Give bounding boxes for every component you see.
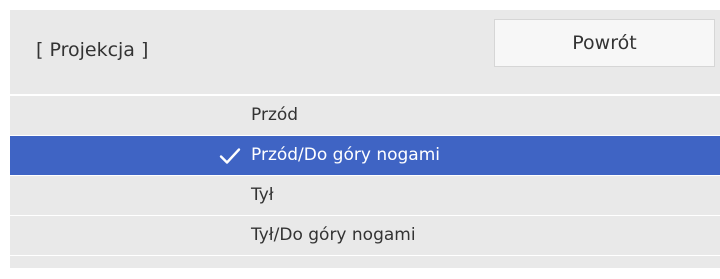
option-label: Tył/Do góry nogami (251, 225, 416, 245)
option-rear-ceiling[interactable]: Tył/Do góry nogami (10, 216, 720, 256)
check-icon (219, 148, 241, 164)
option-front[interactable]: Przód (10, 96, 720, 136)
menu-header: [ Projekcja ] Powrót (10, 10, 720, 96)
projection-menu: [ Projekcja ] Powrót Przód Przód/Do góry… (10, 10, 720, 268)
back-button[interactable]: Powrót (494, 19, 715, 67)
option-label: Przód/Do góry nogami (251, 145, 440, 165)
option-label: Tył (251, 185, 274, 205)
option-list: Przód Przód/Do góry nogami Tył Tył/Do gó… (10, 96, 720, 256)
menu-title: [ Projekcja ] (36, 39, 149, 61)
option-front-ceiling[interactable]: Przód/Do góry nogami (10, 136, 720, 176)
option-rear[interactable]: Tył (10, 176, 720, 216)
option-label: Przód (251, 105, 299, 125)
